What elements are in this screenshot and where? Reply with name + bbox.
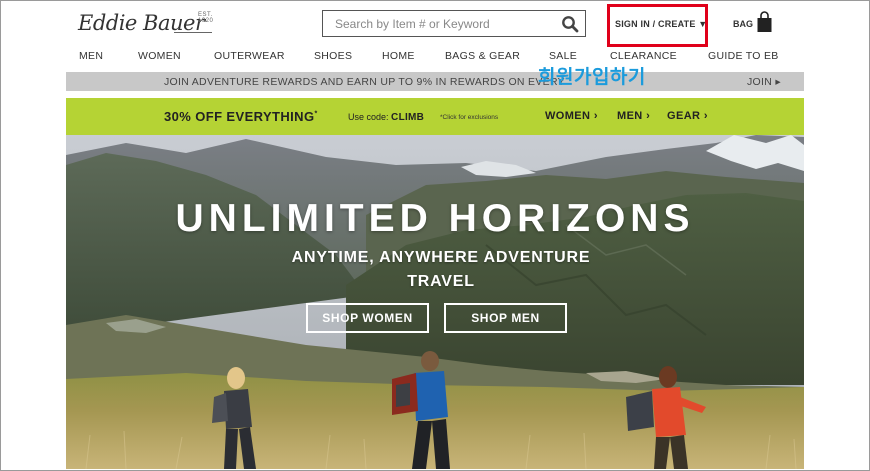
promo-banner[interactable]: 30% OFF EVERYTHING* Use code: CLIMB *Cli… bbox=[66, 98, 804, 135]
nav-outerwear[interactable]: OUTERWEAR bbox=[214, 50, 285, 62]
bag-label[interactable]: BAG bbox=[733, 19, 753, 29]
hero-landscape-image bbox=[66, 135, 804, 469]
promo-headline-mark: * bbox=[314, 110, 318, 118]
nav-guide-to-eb[interactable]: GUIDE TO EB bbox=[708, 50, 779, 62]
promo-headline: 30% OFF EVERYTHING* bbox=[164, 109, 318, 124]
annotation-label: 회원가입하기 bbox=[538, 66, 646, 88]
promo-code-prefix: Use code: bbox=[348, 112, 389, 122]
nav-bags-gear[interactable]: BAGS & GEAR bbox=[445, 50, 520, 62]
nav-shoes[interactable]: SHOES bbox=[314, 50, 352, 62]
hero-title: UNLIMITED HORIZONS bbox=[175, 197, 695, 240]
highlight-box bbox=[607, 4, 708, 47]
shop-women-button[interactable]: SHOP WOMEN bbox=[306, 303, 429, 333]
rewards-banner[interactable]: JOIN ADVENTURE REWARDS AND EARN UP TO 9%… bbox=[66, 72, 804, 91]
promo-exclusions-link[interactable]: *Click for exclusions bbox=[440, 114, 498, 121]
promo-headline-text: 30% OFF EVERYTHING bbox=[164, 109, 315, 124]
search-icon[interactable] bbox=[561, 15, 579, 33]
nav-clearance[interactable]: CLEARANCE bbox=[610, 50, 677, 62]
promo-code-value: CLIMB bbox=[391, 112, 425, 123]
shop-men-button[interactable]: SHOP MEN bbox=[444, 303, 567, 333]
promo-link-women[interactable]: WOMEN › bbox=[545, 110, 598, 122]
rewards-join-link[interactable]: JOIN ▸ bbox=[747, 76, 781, 88]
nav-men[interactable]: MEN bbox=[79, 50, 103, 62]
promo-link-gear[interactable]: GEAR › bbox=[667, 110, 708, 122]
logo-underline bbox=[174, 32, 212, 33]
eddie-bauer-logo[interactable]: Eddie Bauer EST. 1920 bbox=[78, 11, 218, 37]
search-input[interactable] bbox=[323, 11, 565, 36]
rewards-text: JOIN ADVENTURE REWARDS AND EARN UP TO 9%… bbox=[164, 76, 565, 88]
shopping-bag-icon[interactable] bbox=[756, 11, 773, 33]
promo-link-men[interactable]: MEN › bbox=[617, 110, 650, 122]
promo-code: Use code: CLIMB bbox=[348, 112, 424, 123]
logo-est: EST. 1920 bbox=[198, 12, 214, 24]
hero-subtitle: ANYTIME, ANYWHERE ADVENTURE TRAVEL bbox=[291, 249, 591, 290]
nav-sale[interactable]: SALE bbox=[549, 50, 577, 62]
nav-home[interactable]: HOME bbox=[382, 50, 415, 62]
search-box bbox=[322, 10, 586, 37]
hero-banner[interactable]: UNLIMITED HORIZONS ANYTIME, ANYWHERE ADV… bbox=[66, 135, 804, 469]
nav-women[interactable]: WOMEN bbox=[138, 50, 181, 62]
